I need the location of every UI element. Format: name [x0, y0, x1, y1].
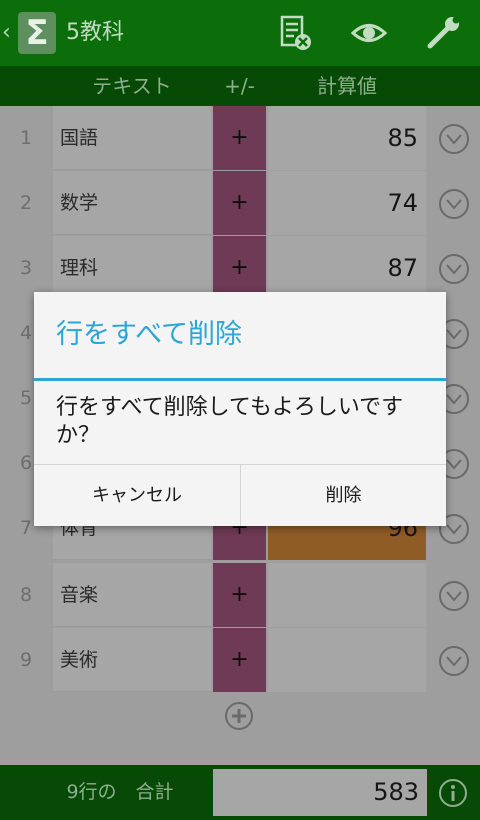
column-header-sign: +/- — [224, 74, 255, 98]
eye-icon[interactable] — [350, 14, 388, 52]
delete-button[interactable]: 削除 — [241, 465, 446, 526]
row-text-field[interactable]: 国語 — [53, 106, 211, 170]
table-row: 9 美術 + — [0, 628, 480, 693]
row-text-field[interactable]: 理科 — [53, 236, 211, 300]
clear-document-icon[interactable] — [276, 14, 314, 52]
summary-label: 9行の 合計 — [66, 781, 174, 803]
row-menu-chevron-icon[interactable] — [437, 187, 471, 221]
back-arrow-icon[interactable]: ‹ — [2, 20, 16, 46]
row-sign-button[interactable]: + — [213, 628, 266, 692]
row-sign-button[interactable]: + — [213, 563, 266, 627]
column-header-text: テキスト — [92, 74, 172, 98]
table-row: 2 数学 + 74 — [0, 171, 480, 236]
wrench-settings-icon[interactable] — [424, 14, 462, 52]
delete-all-dialog: 行をすべて削除 行をすべて削除してもよろしいですか？ キャンセル 削除 — [34, 292, 446, 526]
sigma-logo-icon: Σ — [18, 12, 56, 54]
info-icon[interactable] — [437, 777, 469, 809]
total-value: 583 — [213, 769, 427, 816]
row-number: 1 — [19, 127, 33, 149]
row-text-field[interactable]: 数学 — [53, 171, 211, 235]
add-row-icon[interactable] — [223, 700, 255, 732]
row-value-field[interactable] — [268, 628, 426, 692]
table-row: 8 音楽 + — [0, 563, 480, 628]
row-menu-chevron-icon[interactable] — [437, 252, 471, 286]
row-text-field[interactable]: 音楽 — [53, 563, 211, 627]
row-number: 8 — [19, 584, 33, 606]
row-value-field[interactable]: 74 — [268, 171, 426, 235]
row-value-field[interactable]: 85 — [268, 106, 426, 170]
table-row: 1 国語 + 85 — [0, 106, 480, 171]
row-text-field[interactable]: 美術 — [53, 628, 211, 692]
row-sign-button[interactable]: + — [213, 171, 266, 235]
cancel-button[interactable]: キャンセル — [34, 465, 240, 526]
row-sign-button[interactable]: + — [213, 106, 266, 170]
row-value-field[interactable] — [268, 563, 426, 627]
row-number: 9 — [19, 649, 33, 671]
summary-footer: 9行の 合計 583 — [0, 765, 480, 820]
dialog-message: 行をすべて削除してもよろしいですか？ — [56, 395, 404, 448]
row-number: 2 — [19, 192, 33, 214]
column-header-value: 計算値 — [317, 74, 377, 98]
row-menu-chevron-icon[interactable] — [437, 579, 471, 613]
row-menu-chevron-icon[interactable] — [437, 122, 471, 156]
row-sign-button[interactable]: + — [213, 236, 266, 300]
row-value-field[interactable]: 87 — [268, 236, 426, 300]
app-bar: ‹ Σ 5教科 — [0, 0, 480, 66]
dialog-title: 行をすべて削除 — [56, 319, 243, 350]
app-title: 5教科 — [66, 20, 124, 45]
row-menu-chevron-icon[interactable] — [437, 644, 471, 678]
dialog-title-divider — [34, 378, 446, 381]
column-header: テキスト +/- 計算値 — [0, 66, 480, 106]
